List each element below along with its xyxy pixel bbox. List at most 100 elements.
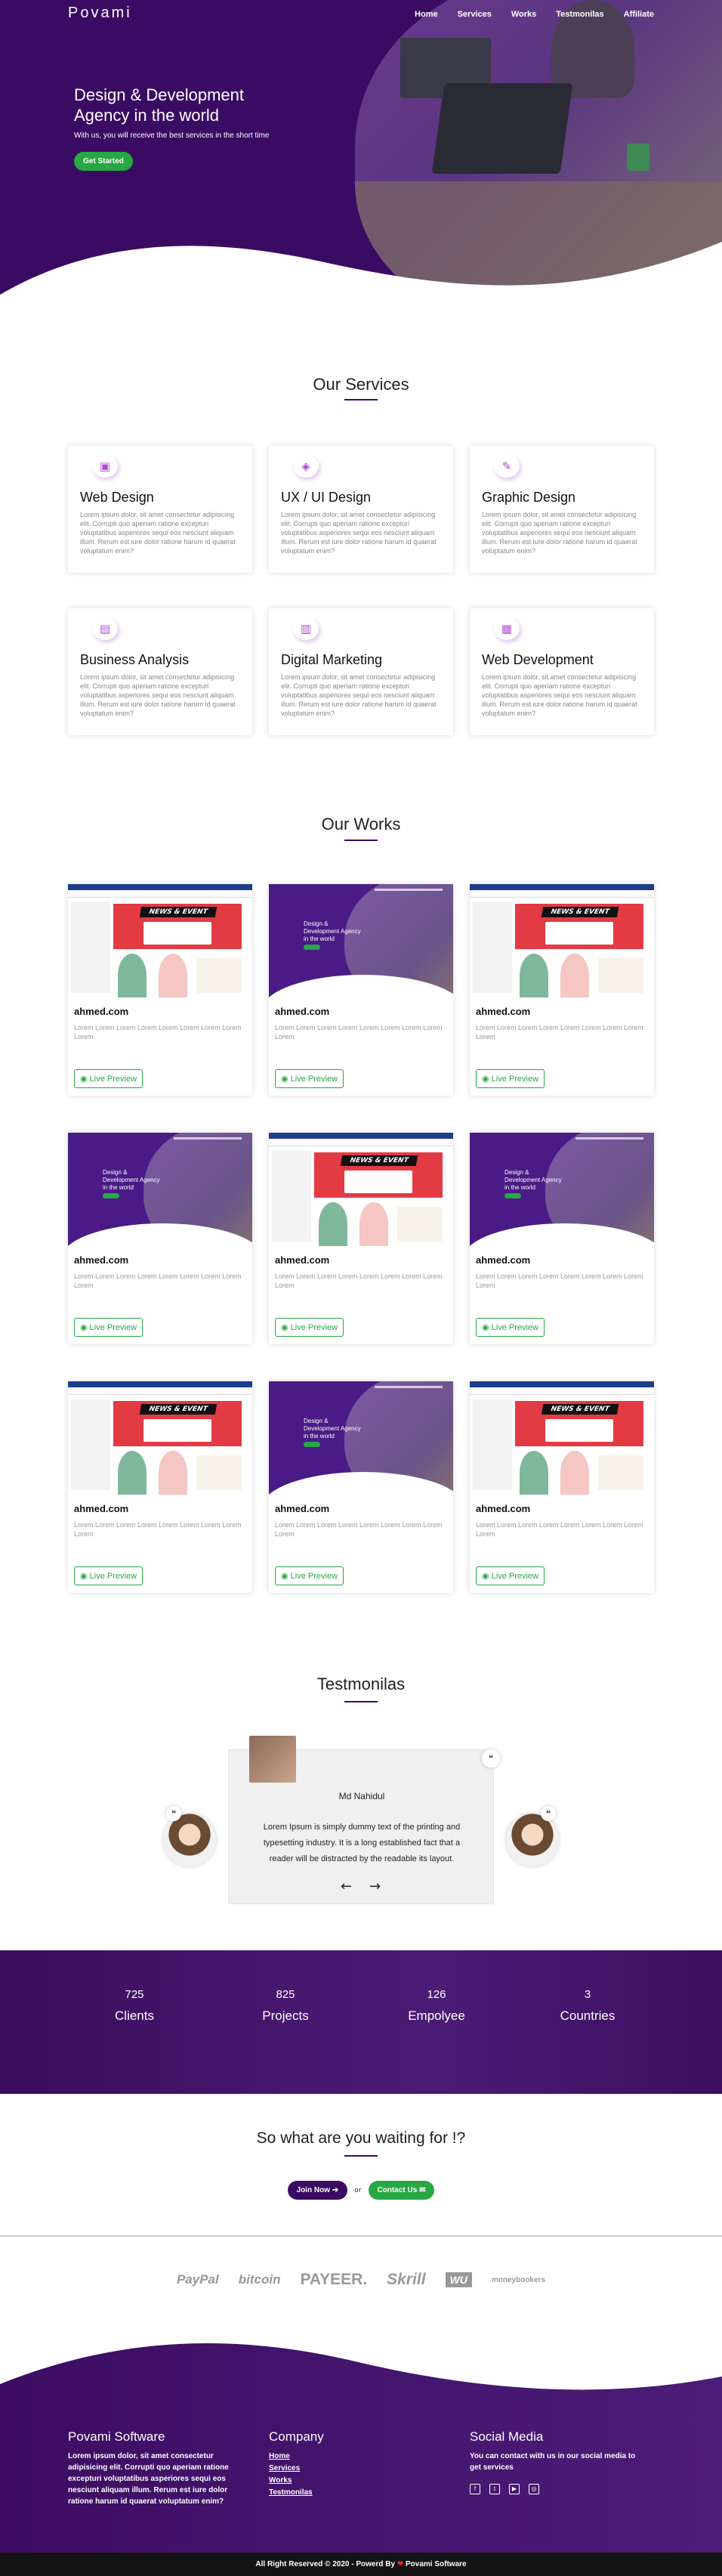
- live-preview-button[interactable]: ◉ Live Preview: [275, 1566, 344, 1585]
- work-thumbnail[interactable]: NEWS & EVENT: [269, 1133, 453, 1250]
- footer: Povami Software Lorem ipsum dolor, sit a…: [0, 2331, 722, 2576]
- nav-services[interactable]: Services: [458, 10, 492, 19]
- footer-link-home[interactable]: Home: [269, 2451, 324, 2463]
- cta-title: So what are you waiting for !?: [256, 2129, 466, 2147]
- live-preview-button[interactable]: ◉ Live Preview: [74, 1069, 143, 1088]
- footer-link-testimonials[interactable]: Testmonilas: [269, 2487, 324, 2499]
- footer-link-services[interactable]: Services: [269, 2463, 324, 2475]
- footer-link-works[interactable]: Works: [269, 2475, 324, 2487]
- nav-works[interactable]: Works: [511, 10, 536, 19]
- work-thumbnail[interactable]: Design & Development Agency in the world: [269, 1381, 453, 1498]
- service-title: Graphic Design: [482, 490, 576, 505]
- testimonial-next-arrow-icon[interactable]: →: [369, 1879, 381, 1894]
- testimonial-avatar: [249, 1736, 296, 1783]
- service-title: Web Design: [80, 490, 154, 505]
- live-preview-button[interactable]: ◉ Live Preview: [476, 1318, 545, 1337]
- hero-subtitle: With us, you will receive the best servi…: [74, 131, 270, 140]
- service-card: ◈ UX / UI Design Lorem ipsum dolor, sit am…: [269, 446, 453, 573]
- service-card: ▤ Business Analysis Lorem ipsum dolor, sit…: [68, 608, 252, 735]
- cta-underline: [344, 2155, 378, 2157]
- work-thumbnail[interactable]: Design & Development Agency in the world: [269, 884, 453, 1001]
- eye-icon: ◉: [80, 1323, 90, 1332]
- work-title: ahmed.com: [476, 1503, 531, 1514]
- live-preview-label: Live Preview: [491, 1323, 539, 1332]
- get-started-button[interactable]: Get Started: [74, 152, 133, 171]
- eye-icon: ◉: [482, 1323, 492, 1332]
- eye-icon: ◉: [281, 1572, 291, 1581]
- stat-label: Countries: [560, 2009, 616, 2023]
- nav-testimonials[interactable]: Testmonilas: [556, 10, 603, 19]
- live-preview-button[interactable]: ◉ Live Preview: [476, 1566, 545, 1585]
- cta-buttons: Join Now ➜ or Contact Us ✉: [0, 2181, 722, 2200]
- stat-label: Empolyee: [408, 2009, 465, 2023]
- work-thumbnail[interactable]: NEWS & EVENT: [68, 884, 252, 1001]
- live-preview-label: Live Preview: [290, 1323, 338, 1332]
- footer-social: Social Media You can contact with us in …: [470, 2429, 643, 2494]
- instagram-icon[interactable]: ◎: [529, 2484, 539, 2494]
- service-card: ✎ Graphic Design Lorem ipsum dolor, sit am…: [470, 446, 654, 573]
- work-thumbnail[interactable]: Design & Development Agency in the world: [470, 1133, 654, 1250]
- testimonial-avatar-right[interactable]: [506, 1814, 559, 1866]
- skrill-logo: Skrill: [387, 2271, 426, 2288]
- moneybookers-logo: moneybookers: [491, 2275, 546, 2284]
- works-underline: [344, 840, 378, 841]
- business-analysis-icon: ▤: [92, 617, 118, 640]
- nav-home[interactable]: Home: [415, 10, 438, 19]
- work-title: ahmed.com: [476, 1006, 531, 1017]
- hero-content: Design & Development Agency in the world…: [74, 85, 301, 171]
- work-text: Lorem Lorem Lorem Lorem Lorem Lorem Lore…: [275, 1521, 443, 1538]
- payment-brands: PayPal bitcoin PAYEER. Skrill WU moneybo…: [0, 2271, 722, 2289]
- live-preview-button[interactable]: ◉ Live Preview: [74, 1566, 143, 1585]
- work-text: Lorem Lorem Lorem Lorem Lorem Lorem Lore…: [74, 1024, 242, 1041]
- work-thumbnail[interactable]: NEWS & EVENT: [68, 1381, 252, 1498]
- digital-marketing-icon: ▥: [293, 617, 319, 640]
- live-preview-label: Live Preview: [491, 1075, 539, 1084]
- work-card: NEWS & EVENT ahmed.com Lorem Lorem Lorem L…: [470, 884, 654, 1096]
- service-title: Business Analysis: [80, 652, 190, 667]
- western-union-logo: WU: [445, 2272, 472, 2287]
- graphic-design-icon: ✎: [494, 455, 520, 478]
- live-preview-button[interactable]: ◉ Live Preview: [74, 1318, 143, 1337]
- paypal-logo: PayPal: [176, 2272, 219, 2287]
- news-event-badge: NEWS & EVENT: [139, 907, 218, 917]
- stats-band: 725 Clients 825 Projects 126 Empolyee 3 Coun…: [0, 1950, 722, 2094]
- service-title: Web Development: [482, 652, 594, 667]
- work-card: Design & Development Agency in the world…: [470, 1133, 654, 1344]
- stat-value: 825: [276, 1988, 295, 2001]
- live-preview-button[interactable]: ◉ Live Preview: [275, 1318, 344, 1337]
- footer-about-title: Povami Software: [68, 2429, 165, 2444]
- live-preview-button[interactable]: ◉ Live Preview: [275, 1069, 344, 1088]
- youtube-icon[interactable]: ▶: [509, 2484, 520, 2494]
- work-card: NEWS & EVENT ahmed.com Lorem Lorem Lorem L…: [68, 884, 252, 1096]
- heart-icon: ❤: [396, 2560, 404, 2568]
- work-title: ahmed.com: [74, 1503, 129, 1514]
- ux-ui-design-icon: ◈: [293, 455, 319, 478]
- work-text: Lorem Lorem Lorem Lorem Lorem Lorem Lore…: [476, 1024, 643, 1041]
- testimonials-title: Testmonilas: [316, 1675, 406, 1693]
- work-thumbnail[interactable]: NEWS & EVENT: [470, 1381, 654, 1498]
- work-text: Lorem Lorem Lorem Lorem Lorem Lorem Lore…: [476, 1273, 643, 1289]
- stat-projects: 825 Projects: [233, 1988, 338, 2024]
- join-now-button[interactable]: Join Now ➜: [287, 2181, 348, 2200]
- work-thumbnail[interactable]: Design & Development Agency in the world: [68, 1133, 252, 1250]
- contact-us-button[interactable]: Contact Us ✉: [368, 2181, 435, 2200]
- live-preview-button[interactable]: ◉ Live Preview: [476, 1069, 545, 1088]
- copyright-text: All Right Reserved © 2020 - Powerd By: [255, 2560, 396, 2568]
- eye-icon: ◉: [281, 1075, 291, 1084]
- footer-social-text: You can contact with us in our social me…: [470, 2452, 636, 2472]
- facebook-icon[interactable]: f: [470, 2484, 480, 2494]
- bitcoin-logo: bitcoin: [238, 2272, 281, 2287]
- work-text: Lorem Lorem Lorem Lorem Lorem Lorem Lore…: [275, 1273, 443, 1289]
- thumbnail-text: Design & Development Agency in the world: [504, 1169, 562, 1191]
- footer-about: Povami Software Lorem ipsum dolor, sit a…: [68, 2429, 242, 2507]
- work-thumbnail[interactable]: NEWS & EVENT: [470, 884, 654, 1001]
- twitter-icon[interactable]: t: [489, 2484, 500, 2494]
- testimonial-prev-arrow-icon[interactable]: ←: [341, 1879, 352, 1894]
- or-label: or: [354, 2187, 362, 2194]
- live-preview-label: Live Preview: [491, 1572, 539, 1581]
- testimonial-avatar-left[interactable]: [163, 1814, 216, 1866]
- logo[interactable]: Povami: [68, 5, 132, 22]
- nav-affiliate[interactable]: Affiliate: [624, 10, 654, 19]
- news-event-badge: NEWS & EVENT: [340, 1155, 418, 1166]
- work-title: ahmed.com: [476, 1254, 531, 1266]
